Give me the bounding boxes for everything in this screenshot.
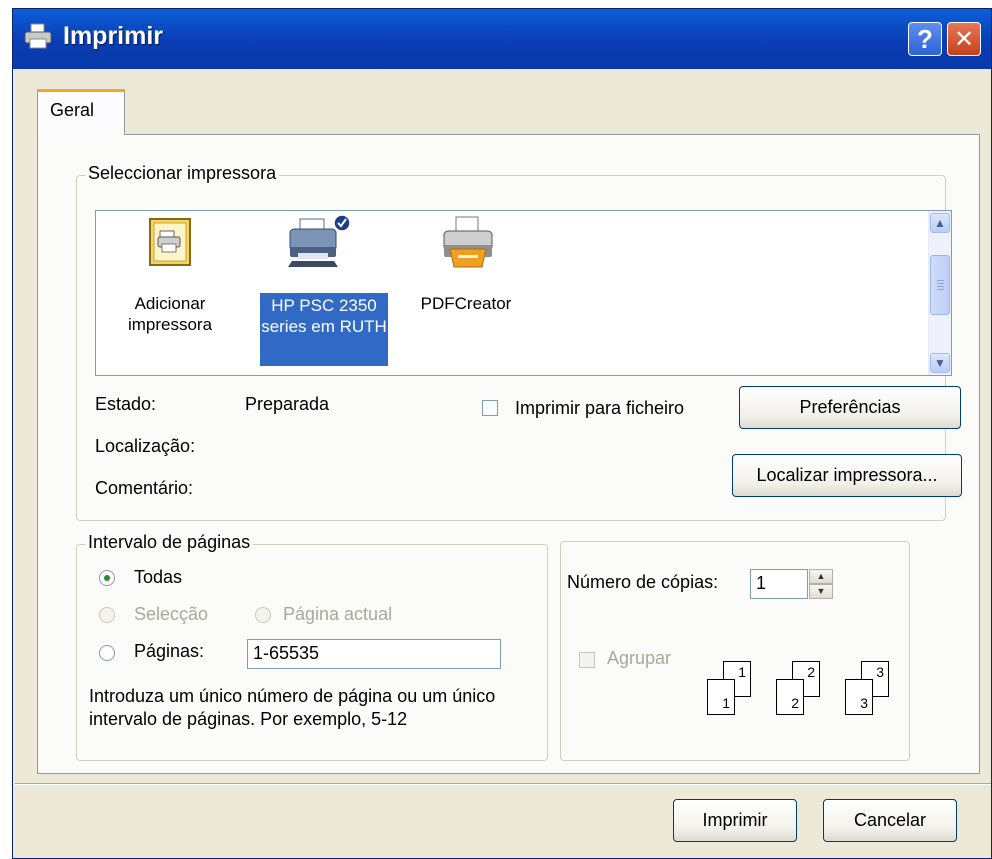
select-printer-group: Seleccionar impressora Adicionar impress… [76, 163, 962, 521]
status-label: Estado: [95, 394, 157, 414]
printer-item-pdfcreator[interactable]: PDFCreator [406, 211, 526, 371]
radio-current-page-label: Página actual [283, 604, 393, 624]
cancel-button[interactable]: Cancelar [823, 799, 957, 842]
collate-checkbox [579, 652, 595, 668]
scroll-down-button[interactable]: ▼ [930, 353, 950, 373]
printer-icon [24, 23, 52, 49]
radio-pages-label[interactable]: Páginas: [134, 641, 204, 662]
print-to-file-label[interactable]: Imprimir para ficheiro [515, 398, 684, 419]
radio-current-page [255, 607, 271, 623]
pages-input[interactable]: 1-65535 [247, 639, 501, 669]
copies-spinner[interactable]: ▲ ▼ [809, 569, 833, 599]
printer-label-selected: HP PSC 2350 series em RUTH [260, 293, 388, 366]
collate-label: Agrupar [607, 648, 672, 668]
printer-list[interactable]: Adicionar impressora HP PSC 2350 series … [95, 210, 952, 376]
close-button[interactable]: ✕ [947, 22, 981, 56]
copies-input[interactable]: 1 [750, 569, 808, 599]
printer-item-add[interactable]: Adicionar impressora [110, 211, 230, 371]
bottom-separator [15, 783, 991, 785]
select-printer-legend: Seleccionar impressora [85, 163, 280, 184]
copies-group: Número de cópias: 1 ▲ ▼ Agrupar 1 1 2 2 … [560, 541, 910, 761]
add-printer-icon [149, 218, 191, 266]
scroll-thumb[interactable] [930, 255, 950, 315]
radio-all[interactable] [99, 570, 115, 586]
help-button[interactable]: ? [908, 22, 942, 56]
comment-label: Comentário: [95, 478, 194, 498]
printer-list-scrollbar[interactable]: ▲ ▼ [928, 211, 951, 375]
status-value: Preparada [245, 394, 330, 414]
window-title: Imprimir [63, 22, 164, 50]
printer-icon [443, 216, 493, 268]
network-printer-icon [288, 214, 351, 267]
spin-down-icon[interactable]: ▼ [809, 584, 833, 599]
radio-selection [99, 607, 115, 623]
radio-all-label[interactable]: Todas [134, 567, 182, 588]
print-dialog: Imprimir ? ✕ Geral Seleccionar impressor… [12, 8, 992, 859]
scroll-up-button[interactable]: ▲ [930, 213, 950, 233]
printer-item-hp[interactable]: HP PSC 2350 series em RUTH [256, 211, 388, 371]
preferences-button[interactable]: Preferências [739, 386, 961, 429]
copies-label: Número de cópias: [567, 572, 719, 592]
find-printer-button[interactable]: Localizar impressora... [732, 454, 962, 497]
spin-up-icon[interactable]: ▲ [809, 569, 833, 584]
printer-label: PDFCreator [420, 294, 512, 313]
print-to-file-checkbox[interactable] [482, 400, 498, 416]
radio-pages[interactable] [99, 645, 115, 661]
printer-label: Adicionar impressora [127, 294, 213, 334]
print-button[interactable]: Imprimir [673, 799, 797, 842]
page-range-hint: Introduza um único número de página ou u… [89, 686, 496, 729]
location-label: Localização: [95, 436, 196, 456]
page-range-group: Intervalo de páginas Todas Selecção Pági… [76, 532, 548, 761]
radio-selection-label: Selecção [134, 604, 209, 624]
title-bar[interactable]: Imprimir ? ✕ [13, 9, 991, 69]
tab-panel-geral: Seleccionar impressora Adicionar impress… [37, 134, 980, 774]
tab-geral[interactable]: Geral [37, 89, 125, 135]
page-range-legend: Intervalo de páginas [85, 532, 254, 553]
